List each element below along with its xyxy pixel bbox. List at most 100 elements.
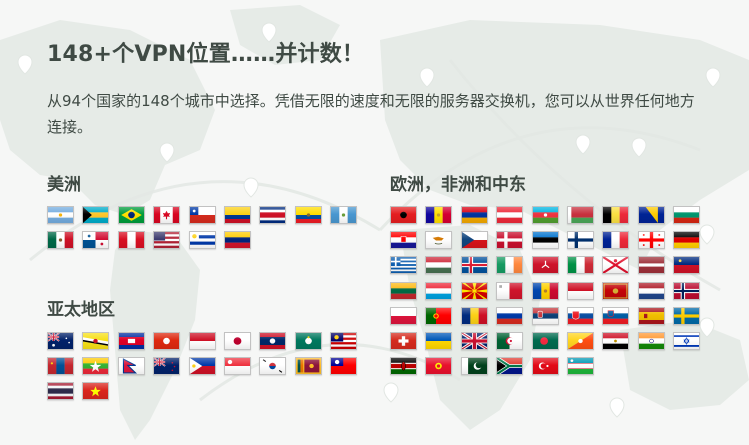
usa-flag	[153, 231, 181, 249]
south-africa-flag	[496, 357, 524, 376]
liechtenstein-flag	[673, 256, 701, 275]
flag-grid-emea	[390, 206, 701, 376]
armenia-flag	[460, 206, 488, 224]
denmark-flag	[496, 231, 524, 250]
bulgaria-flag	[673, 206, 701, 224]
estonia-flag	[531, 231, 559, 250]
mongolia-flag	[47, 357, 74, 375]
vpn-locations-section: 148+个VPN位置……并计数！ 从94个国家的148个城市中选择。凭借无限的速…	[47, 0, 737, 445]
portugal-flag	[425, 306, 453, 325]
region-title-emea: 欧洲，非洲和中东	[390, 175, 526, 195]
uzbekistan-flag	[566, 357, 594, 376]
germany-flag	[673, 231, 701, 250]
region-title-americas: 美洲	[47, 175, 81, 195]
switzerland-flag	[390, 331, 417, 350]
slovakia-flag	[566, 306, 594, 325]
belgium-flag	[602, 206, 630, 224]
spain-flag	[637, 306, 665, 325]
bhutan-flag	[566, 331, 594, 350]
ukraine-flag	[425, 331, 453, 350]
kenya-flag	[390, 357, 417, 376]
austria-flag	[496, 206, 524, 224]
north-macedonia-flag	[460, 281, 488, 300]
slovenia-flag	[602, 306, 630, 325]
albania-flag	[390, 206, 417, 224]
sweden-flag	[673, 306, 701, 325]
kyrgyzstan-flag	[425, 357, 453, 376]
page-headline: 148+个VPN位置……并计数！	[47, 42, 365, 67]
japan-flag	[223, 332, 251, 350]
ireland-flag	[496, 256, 524, 275]
panama-flag	[82, 231, 110, 249]
peru-flag	[117, 231, 145, 249]
chile-flag	[188, 206, 216, 224]
india-flag	[637, 331, 665, 350]
macau-flag	[294, 332, 322, 350]
finland-flag	[566, 231, 594, 250]
italy-flag	[566, 256, 594, 275]
algeria-flag	[496, 331, 524, 350]
hong-kong-flag	[153, 332, 181, 350]
moldova-flag	[531, 281, 559, 300]
lithuania-flag	[390, 281, 417, 300]
thailand-flag	[47, 382, 74, 400]
argentina-flag	[47, 206, 74, 224]
belarus-flag	[566, 206, 594, 224]
vietnam-flag	[82, 382, 110, 400]
poland-flag	[390, 306, 417, 325]
flag-grid-americas	[47, 206, 358, 249]
malaysia-flag	[330, 332, 358, 350]
cyprus-flag	[425, 231, 453, 250]
serbia-flag	[531, 306, 559, 325]
bangladesh-flag	[531, 331, 559, 350]
bosnia-flag	[637, 206, 665, 224]
mexico-flag	[47, 231, 74, 249]
uk-flag	[460, 331, 488, 350]
turkey-flag	[531, 357, 559, 376]
croatia-flag	[390, 231, 417, 250]
monaco-flag	[566, 281, 594, 300]
indonesia-flag	[188, 332, 216, 350]
south-korea-flag	[259, 357, 287, 375]
bahamas-flag	[82, 206, 110, 224]
czechia-flag	[460, 231, 488, 250]
andorra-flag	[425, 206, 453, 224]
myanmar-flag	[82, 357, 110, 375]
costa-rica-flag	[259, 206, 287, 224]
ecuador-flag	[294, 206, 322, 224]
colombia-flag	[223, 206, 251, 224]
france-flag	[602, 231, 630, 250]
russia-flag	[496, 306, 524, 325]
montenegro-flag	[602, 281, 630, 300]
taiwan-flag	[330, 357, 358, 375]
greece-flag	[390, 256, 417, 275]
new-zealand-flag	[153, 357, 181, 375]
netherlands-flag	[637, 281, 665, 300]
venezuela-flag	[223, 231, 251, 249]
malta-flag	[496, 281, 524, 300]
azerbaijan-flag	[531, 206, 559, 224]
guatemala-flag	[330, 206, 358, 224]
cambodia-flag	[117, 332, 145, 350]
region-title-apac: 亚太地区	[47, 300, 115, 320]
romania-flag	[460, 306, 488, 325]
brazil-flag	[117, 206, 145, 224]
iceland-flag	[460, 256, 488, 275]
laos-flag	[259, 332, 287, 350]
jersey-flag	[602, 256, 630, 275]
brunei-flag	[82, 332, 110, 350]
luxembourg-flag	[425, 281, 453, 300]
uruguay-flag	[188, 231, 216, 249]
page-description: 从94个国家的148个城市中选择。凭借无限的速度和无限的服务器交换机，您可以从世…	[47, 92, 695, 136]
israel-flag	[673, 331, 701, 350]
isle-of-man-flag	[531, 256, 559, 275]
philippines-flag	[188, 357, 216, 375]
hungary-flag	[425, 256, 453, 275]
latvia-flag	[637, 256, 665, 275]
singapore-flag	[223, 357, 251, 375]
flag-grid-apac	[47, 332, 358, 400]
sri-lanka-flag	[294, 357, 322, 375]
egypt-flag	[602, 331, 630, 350]
pakistan-flag	[460, 357, 488, 376]
norway-flag	[673, 281, 701, 300]
